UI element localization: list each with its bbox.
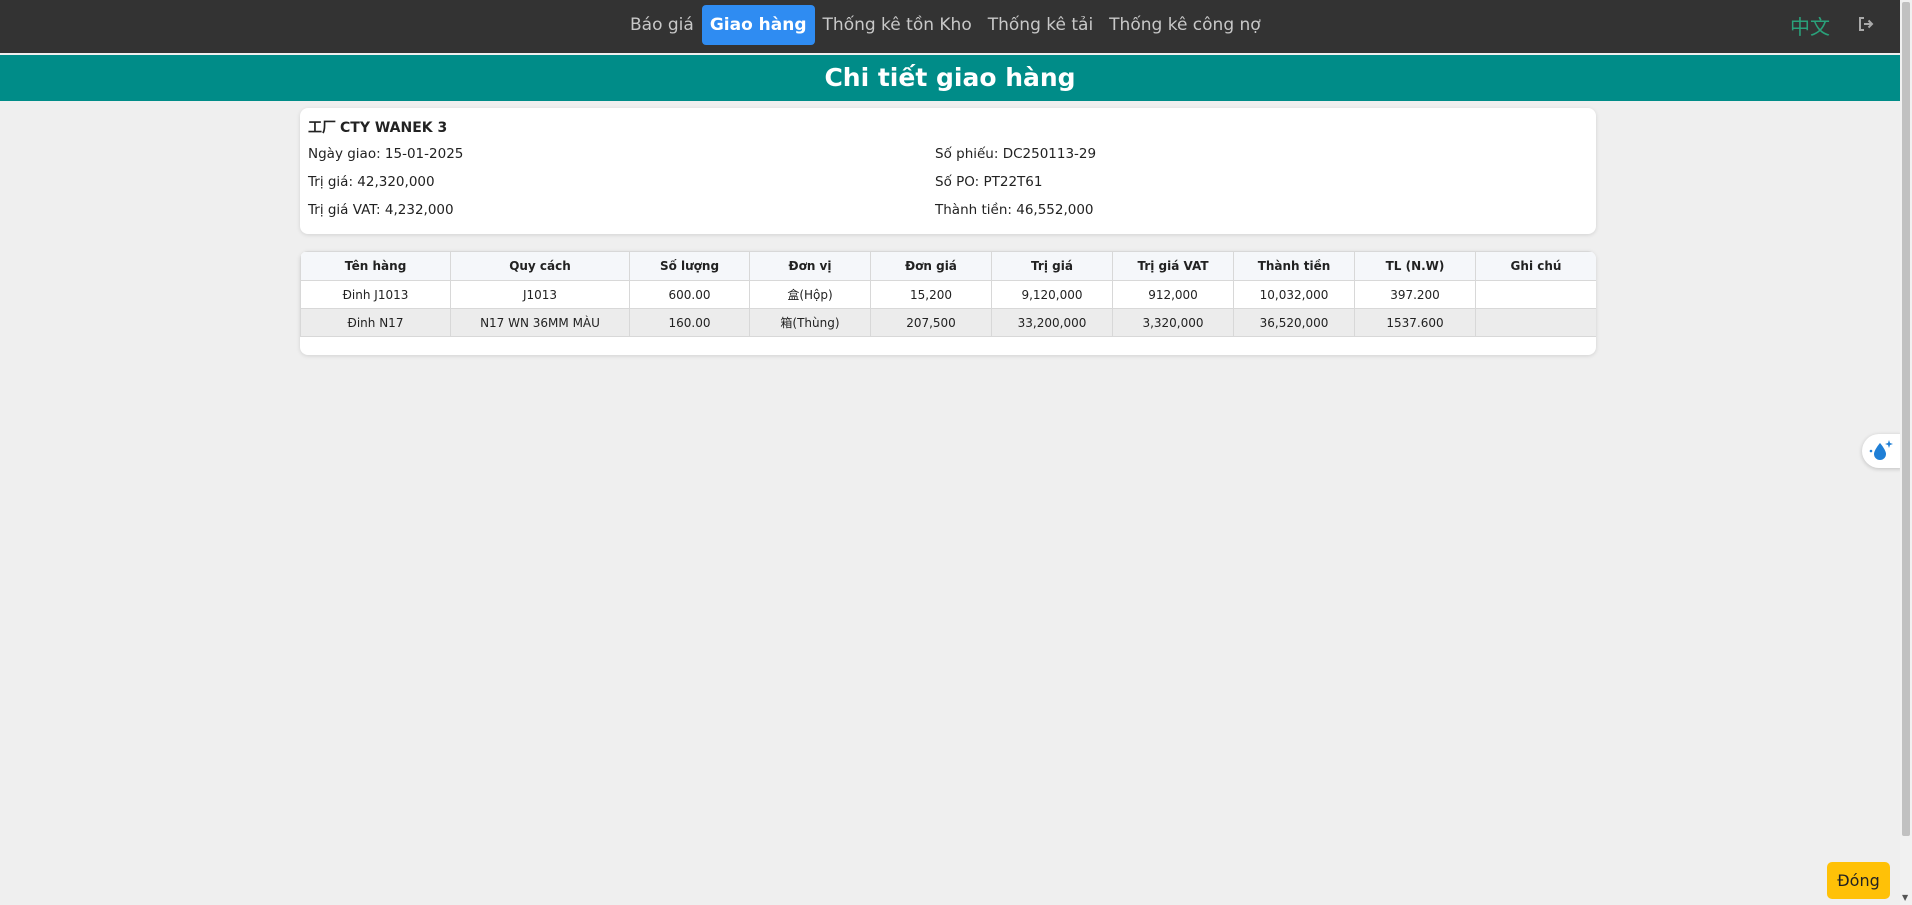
table-cell: J1013 — [450, 280, 630, 309]
col-header: Quy cách — [450, 251, 630, 281]
col-header: Đơn giá — [870, 251, 992, 281]
items-table: Tên hàng Quy cách Số lượng Đơn vị Đơn gi… — [300, 251, 1596, 337]
table-row: Đinh J1013 J1013 600.00 盒(Hộp) 15,200 9,… — [300, 280, 1596, 309]
water-drop-sparkle-icon — [1869, 440, 1893, 460]
nav-item-bao-gia[interactable]: Báo giá — [622, 5, 702, 45]
table-cell: 10,032,000 — [1233, 280, 1355, 309]
table-cell — [1475, 280, 1596, 309]
page-title: Chi tiết giao hàng — [0, 55, 1900, 101]
nav-item-giao-hang[interactable]: Giao hàng — [701, 5, 815, 45]
close-button[interactable]: Đóng — [1827, 862, 1890, 899]
logout-icon[interactable] — [1857, 15, 1875, 33]
delivery-date: Ngày giao: 15-01-2025 — [308, 146, 464, 162]
table-cell: 33,200,000 — [991, 308, 1113, 337]
col-header: Trị giá — [991, 251, 1113, 281]
table-cell: 160.00 — [629, 308, 750, 337]
company-name: 工厂 CTY WANEK 3 — [308, 117, 447, 137]
col-header: Số lượng — [629, 251, 750, 281]
total-field: Thành tiền: 46,552,000 — [935, 202, 1094, 218]
table-cell: 912,000 — [1112, 280, 1234, 309]
nav-item-thong-ke-cong-no[interactable]: Thống kê công nợ — [1101, 5, 1269, 45]
page-scrollbar[interactable]: ▼ — [1900, 0, 1912, 905]
company-label: CTY WANEK 3 — [340, 120, 448, 136]
scroll-down-arrow-icon[interactable]: ▼ — [1902, 893, 1908, 903]
items-table-card: Tên hàng Quy cách Số lượng Đơn vị Đơn gi… — [300, 251, 1596, 355]
slip-number: Số phiếu: DC250113-29 — [935, 146, 1097, 162]
nav-item-thong-ke-tai[interactable]: Thống kê tải — [980, 5, 1101, 45]
po-number: Số PO: PT22T61 — [935, 174, 1043, 190]
table-cell: 15,200 — [870, 280, 992, 309]
col-header: Trị giá VAT — [1112, 251, 1234, 281]
table-header-row: Tên hàng Quy cách Số lượng Đơn vị Đơn gi… — [300, 251, 1596, 281]
table-cell: 盒(Hộp) — [749, 280, 871, 309]
table-cell: 3,320,000 — [1112, 308, 1234, 337]
floating-assistant-button[interactable] — [1862, 434, 1902, 468]
delivery-info-card: 工厂 CTY WANEK 3 Ngày giao: 15-01-2025 Trị … — [300, 108, 1596, 234]
table-cell: 1537.600 — [1354, 308, 1476, 337]
col-header: Thành tiền — [1233, 251, 1355, 281]
language-switch[interactable]: 中文 — [1790, 11, 1830, 40]
col-header: Tên hàng — [300, 251, 451, 281]
col-header: Ghi chú — [1475, 251, 1596, 281]
scrollbar-thumb[interactable] — [1902, 2, 1910, 836]
table-row: Đinh N17 N17 WN 36MM MÀU 160.00 箱(Thùng)… — [300, 308, 1596, 337]
factory-icon: 工厂 — [308, 120, 336, 136]
table-cell: 207,500 — [870, 308, 992, 337]
table-cell — [1475, 308, 1596, 337]
table-cell: Đinh J1013 — [300, 280, 451, 309]
table-cell: 箱(Thùng) — [749, 308, 871, 337]
table-cell: 600.00 — [629, 280, 750, 309]
nav-links: Báo giá Giao hàng Thống kê tồn Kho Thống… — [622, 5, 1269, 45]
vat-value-field: Trị giá VAT: 4,232,000 — [308, 202, 454, 218]
table-cell: 397.200 — [1354, 280, 1476, 309]
table-cell: 36,520,000 — [1233, 308, 1355, 337]
table-cell: 9,120,000 — [991, 280, 1113, 309]
col-header: Đơn vị — [749, 251, 871, 281]
top-navbar: Báo giá Giao hàng Thống kê tồn Kho Thống… — [0, 0, 1900, 53]
nav-item-thong-ke-ton-kho[interactable]: Thống kê tồn Kho — [815, 5, 980, 45]
table-cell: N17 WN 36MM MÀU — [450, 308, 630, 337]
table-cell: Đinh N17 — [300, 308, 451, 337]
value-field: Trị giá: 42,320,000 — [308, 174, 435, 190]
col-header: TL (N.W) — [1354, 251, 1476, 281]
